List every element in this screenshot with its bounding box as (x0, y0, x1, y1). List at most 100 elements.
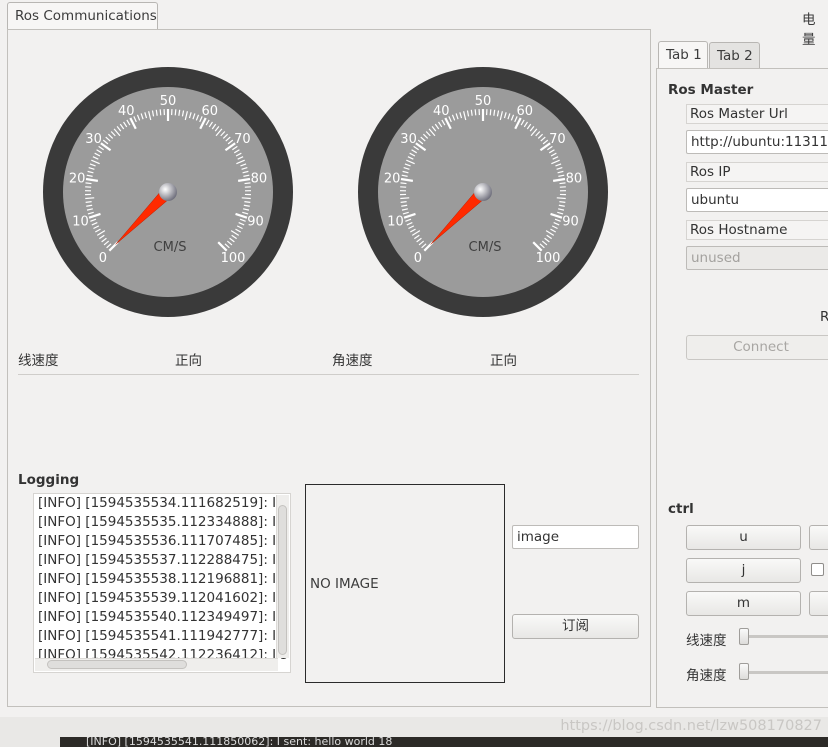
terminal-output: [INFO] [1594535541.111850062]: I sent: h… (60, 737, 828, 747)
gauge-tick (489, 109, 492, 116)
gauge-tick-label: 70 (549, 132, 566, 147)
gauge-tick-label: 60 (201, 104, 218, 119)
gauge-tick-label: 40 (433, 104, 450, 119)
gauge-tick-label: 30 (85, 132, 102, 147)
gauge-tick-label: 80 (251, 172, 268, 187)
gauge-tick (85, 182, 92, 185)
log-line: [INFO] [1594535537.112288475]: I s (38, 552, 288, 568)
ros-hostname-label: Ros Hostname (686, 220, 828, 240)
log-vertical-scrollbar[interactable] (276, 495, 289, 658)
key-j-button[interactable]: j (686, 558, 801, 583)
tab-ros-communications[interactable]: Ros Communications (7, 2, 158, 29)
angular-speed-label: 角速度 (332, 353, 373, 369)
ros-ip-label: Ros IP (686, 162, 828, 182)
horizontal-scroll-thumb[interactable] (47, 660, 187, 669)
battery-label: 电量 (802, 12, 816, 48)
gauge-tick-label: 80 (566, 172, 583, 187)
log-line: [INFO] [1594535536.111707485]: I s (38, 533, 288, 549)
gauge-hub (159, 183, 177, 201)
ros-master-title: Ros Master (668, 82, 754, 98)
gauge-tick (400, 197, 410, 200)
gauge-tick (559, 201, 566, 203)
no-image-text: NO IMAGE (310, 576, 379, 592)
gauge-tick-label: 30 (400, 132, 417, 147)
r-label: R (820, 309, 828, 325)
key-i-button[interactable] (809, 525, 828, 550)
image-topic-input[interactable]: image (512, 525, 639, 549)
ctrl-title: ctrl (668, 501, 694, 517)
log-line: [INFO] [1594535541.111942777]: I s (38, 628, 288, 644)
gauge-tick-label: 50 (475, 94, 492, 109)
subscribe-button[interactable]: 订阅 (512, 614, 639, 639)
angular-slider-track[interactable] (741, 671, 828, 674)
gauge-tick (244, 201, 251, 203)
gauge-tick-label: 20 (69, 172, 86, 187)
gauge-tick (174, 109, 177, 116)
gauge-tick (400, 182, 407, 185)
gauge-unit-label: CM/S (469, 240, 502, 255)
ctrl-checkbox[interactable] (811, 563, 824, 576)
gauge-tick (159, 109, 162, 116)
ros-hostname-input[interactable]: unused (686, 246, 828, 270)
angular-slider-handle[interactable] (739, 663, 749, 680)
tab-1[interactable]: Tab 1 (658, 41, 708, 69)
gauge-tick (556, 197, 566, 200)
divider (18, 374, 639, 375)
angular-slider-label: 角速度 (686, 668, 727, 684)
gauge-tick (178, 109, 181, 116)
gauge-tick-label: 100 (221, 251, 246, 266)
image-display: NO IMAGE (305, 484, 505, 683)
linear-direction-label: 正向 (175, 353, 202, 369)
gauge-tick (85, 201, 92, 203)
log-line: [INFO] [1594535539.112041602]: I s (38, 590, 288, 606)
key-u-button[interactable]: u (686, 525, 801, 550)
linear-speed-gauge: 0 10 20 30 40 50 60 70 80 90 100 CM/S (43, 67, 293, 317)
gauge-tick-label: 10 (387, 214, 404, 229)
key-comma-button[interactable] (809, 591, 828, 616)
linear-slider-label: 线速度 (686, 633, 727, 649)
log-list[interactable]: [INFO] [1594535534.111682519]: I s [INFO]… (33, 493, 291, 673)
log-line: [INFO] [1594535538.112196881]: I s (38, 571, 288, 587)
gauge-tick-label: 50 (160, 94, 177, 109)
linear-slider-handle[interactable] (739, 628, 749, 645)
logging-title: Logging (18, 472, 80, 488)
gauge-tick-label: 0 (414, 251, 422, 266)
gauge-tick (493, 109, 496, 116)
ros-master-url-input[interactable]: http://ubuntu:11311/ (686, 130, 828, 154)
log-lines: [INFO] [1594535534.111682519]: I s [INFO]… (34, 494, 290, 665)
gauge-hub (474, 183, 492, 201)
key-m-button[interactable]: m (686, 591, 801, 616)
gauge-tick-label: 0 (99, 251, 107, 266)
watermark: https://blog.csdn.net/lzw508170827 (560, 718, 822, 734)
linear-speed-label: 线速度 (18, 353, 59, 369)
gauge-tick-label: 10 (72, 214, 89, 229)
angular-direction-label: 正向 (490, 353, 517, 369)
gauge-tick-label: 60 (516, 104, 533, 119)
linear-slider-track[interactable] (741, 635, 828, 638)
ros-ip-input[interactable]: ubuntu (686, 188, 828, 212)
angular-speed-gauge: 0 10 20 30 40 50 60 70 80 90 100 CM/S (358, 67, 608, 317)
gauge-tick-label: 100 (536, 251, 561, 266)
log-line: [INFO] [1594535534.111682519]: I s (38, 495, 288, 511)
gauge-tick (155, 109, 158, 116)
vertical-scroll-thumb[interactable] (278, 505, 287, 655)
log-line: [INFO] [1594535535.112334888]: I s (38, 514, 288, 530)
gauge-tick (241, 197, 251, 200)
gauge-tick-label: 70 (234, 132, 251, 147)
log-horizontal-scrollbar[interactable] (35, 658, 278, 671)
gauge-tick (85, 197, 95, 200)
gauge-tick (559, 182, 566, 185)
gauge-tick-label: 40 (118, 104, 135, 119)
gauge-tick (400, 201, 407, 203)
gauge-tick (470, 109, 473, 116)
gauge-tick (244, 182, 251, 185)
gauge-tick (474, 109, 477, 116)
tab-2[interactable]: Tab 2 (709, 42, 760, 69)
gauge-tick-label: 90 (562, 214, 579, 229)
connect-button[interactable]: Connect (686, 335, 828, 360)
log-line: [INFO] [1594535540.112349497]: I s (38, 609, 288, 625)
ros-master-url-label: Ros Master Url (686, 104, 828, 124)
gauge-unit-label: CM/S (154, 240, 187, 255)
gauge-tick-label: 20 (384, 172, 401, 187)
gauge-tick-label: 90 (247, 214, 264, 229)
